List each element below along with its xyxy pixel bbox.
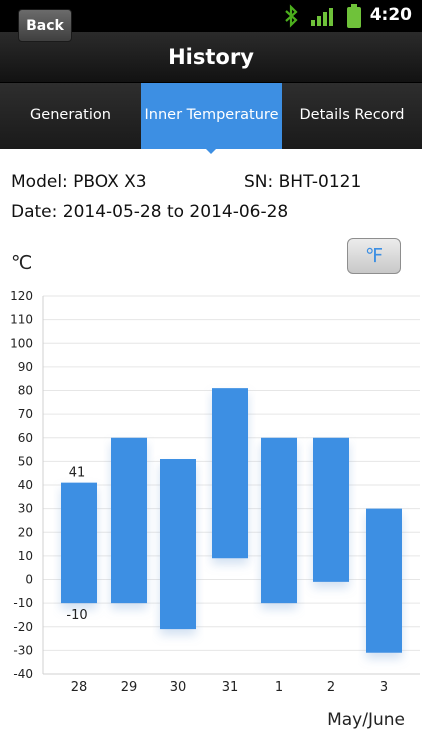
y-tick-label: 90 <box>18 360 33 374</box>
bar-1 <box>261 437 297 604</box>
y-tick-label: 60 <box>18 431 33 445</box>
x-tick-label: 3 <box>380 680 388 695</box>
x-axis-label: May/June <box>327 710 405 730</box>
temperature-chart: 1201101009080706050403020100-10-20-30-40… <box>10 289 420 695</box>
y-tick-label: 40 <box>18 478 33 492</box>
bar-29 <box>111 437 147 604</box>
y-tick-label: 50 <box>18 454 33 468</box>
data-label-low: -10 <box>66 608 87 623</box>
tab-bar: Generation Inner Temperature Details Rec… <box>0 82 422 149</box>
y-tick-label: 120 <box>10 289 33 303</box>
y-tick-label: 110 <box>10 313 33 327</box>
y-tick-label: 70 <box>18 407 33 421</box>
page-title: History <box>168 45 254 69</box>
active-tab-pointer <box>203 146 219 154</box>
y-tick-label: 0 <box>25 573 33 587</box>
bluetooth-icon <box>285 4 298 28</box>
date-range-text: Date: 2014-05-28 to 2014-06-28 <box>11 202 289 222</box>
x-tick-label: 30 <box>170 680 187 695</box>
tab-inner-temperature[interactable]: Inner Temperature <box>141 83 282 149</box>
model-text: Model: PBOX X3 <box>11 172 147 192</box>
y-tick-label: -10 <box>13 596 33 610</box>
x-tick-label: 29 <box>121 680 138 695</box>
bar-2 <box>313 437 349 582</box>
y-tick-label: 30 <box>18 502 33 516</box>
y-axis-ticks: 1201101009080706050403020100-10-20-30-40 <box>10 289 33 681</box>
bar-30 <box>160 459 196 630</box>
y-tick-label: -30 <box>13 643 33 657</box>
x-tick-label: 28 <box>71 680 88 695</box>
x-tick-label: 31 <box>222 680 239 695</box>
unit-celsius-label: ℃ <box>11 252 33 274</box>
bar-31 <box>212 388 248 559</box>
status-time: 4:20 <box>369 5 412 25</box>
y-tick-label: 20 <box>18 525 33 539</box>
data-label-high: 41 <box>69 466 86 481</box>
y-tick-label: 100 <box>10 336 33 350</box>
bar-28 <box>61 482 97 604</box>
x-tick-label: 1 <box>275 680 283 695</box>
fahrenheit-toggle-button[interactable]: ℉ <box>347 238 401 274</box>
tab-details-record[interactable]: Details Record <box>282 83 422 149</box>
y-tick-label: 80 <box>18 384 33 398</box>
serial-number-text: SN: BHT-0121 <box>244 172 362 192</box>
x-tick-label: 2 <box>327 680 335 695</box>
y-tick-label: -40 <box>13 667 33 681</box>
y-tick-label: -20 <box>13 620 33 634</box>
y-tick-label: 10 <box>18 549 33 563</box>
chart-bars <box>61 388 402 653</box>
tab-generation[interactable]: Generation <box>0 83 141 149</box>
signal-icon <box>311 8 333 26</box>
bar-3 <box>366 508 402 653</box>
x-axis-ticks: 28 29 30 31 1 2 3 <box>71 680 388 695</box>
battery-icon <box>347 4 361 28</box>
